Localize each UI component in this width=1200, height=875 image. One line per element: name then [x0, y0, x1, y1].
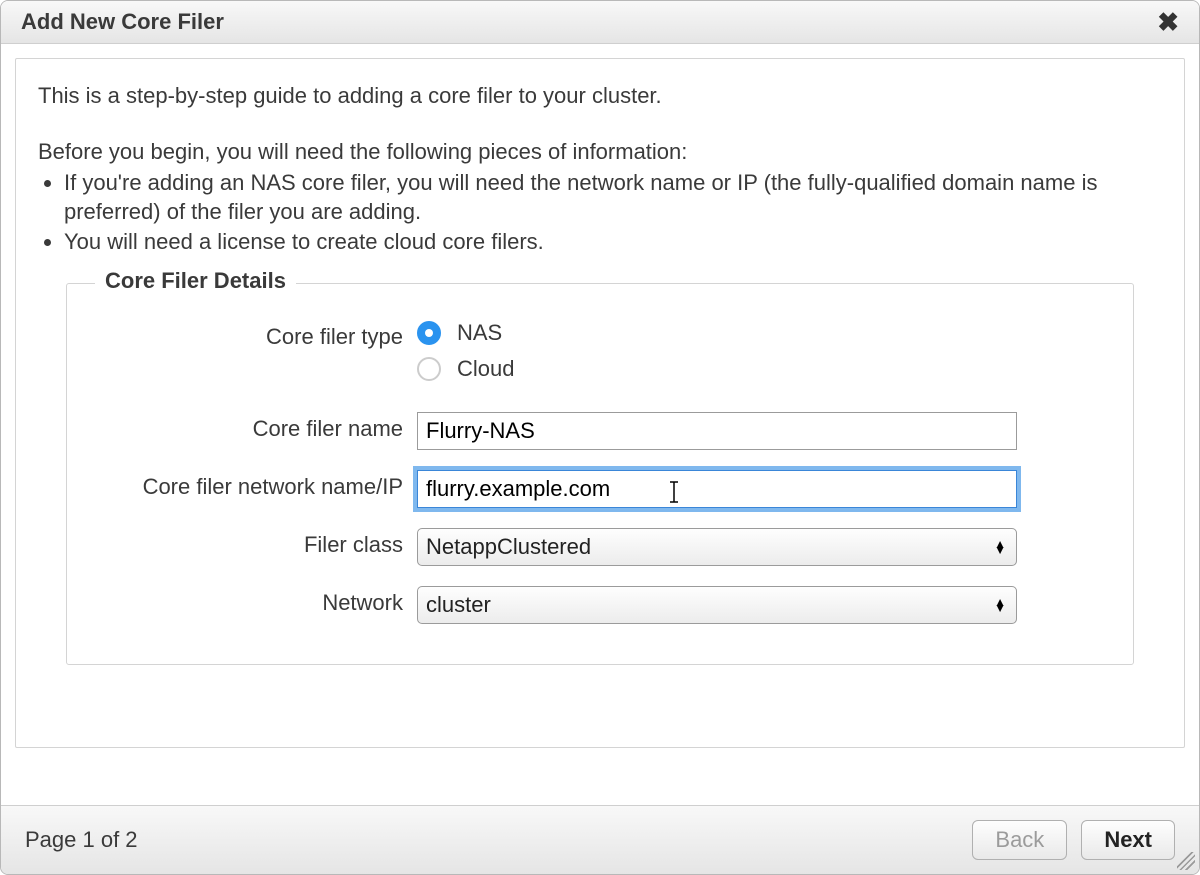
radio-icon[interactable] — [417, 357, 441, 381]
label-network: Network — [97, 586, 417, 616]
radio-option-nas[interactable]: NAS — [417, 320, 1103, 346]
chevron-updown-icon: ▲▼ — [994, 599, 1006, 611]
label-core-filer-network: Core filer network name/IP — [97, 470, 417, 500]
dialog-body: This is a step-by-step guide to adding a… — [1, 44, 1199, 762]
core-filer-network-input[interactable] — [417, 470, 1017, 508]
row-core-filer-name: Core filer name — [97, 412, 1103, 450]
core-filer-details-fieldset: Core Filer Details Core filer type NAS C… — [66, 283, 1134, 665]
label-filer-class: Filer class — [97, 528, 417, 558]
row-network: Network cluster ▲▼ — [97, 586, 1103, 624]
add-core-filer-dialog: Add New Core Filer ✖ This is a step-by-s… — [0, 0, 1200, 875]
radio-icon[interactable] — [417, 321, 441, 345]
intro-paragraph-1: This is a step-by-step guide to adding a… — [38, 83, 1162, 109]
row-core-filer-type: Core filer type NAS Cloud — [97, 320, 1103, 392]
label-core-filer-name: Core filer name — [97, 412, 417, 442]
intro-list: If you're adding an NAS core filer, you … — [64, 169, 1162, 257]
intro-item-nas: If you're adding an NAS core filer, you … — [64, 169, 1162, 226]
dialog-titlebar: Add New Core Filer ✖ — [1, 1, 1199, 44]
radio-label-cloud: Cloud — [457, 356, 514, 382]
back-button[interactable]: Back — [972, 820, 1067, 860]
fieldset-legend: Core Filer Details — [95, 268, 296, 294]
dialog-footer: Page 1 of 2 Back Next — [1, 805, 1199, 874]
filer-class-value: NetappClustered — [426, 534, 591, 560]
dialog-title: Add New Core Filer — [21, 9, 224, 35]
intro-paragraph-2: Before you begin, you will need the foll… — [38, 139, 1162, 165]
page-indicator: Page 1 of 2 — [25, 827, 138, 853]
filer-class-select[interactable]: NetappClustered ▲▼ — [417, 528, 1017, 566]
close-icon[interactable]: ✖ — [1157, 9, 1179, 35]
row-filer-class: Filer class NetappClustered ▲▼ — [97, 528, 1103, 566]
core-filer-name-input[interactable] — [417, 412, 1017, 450]
next-button[interactable]: Next — [1081, 820, 1175, 860]
intro-text: This is a step-by-step guide to adding a… — [38, 83, 1162, 257]
radio-option-cloud[interactable]: Cloud — [417, 356, 1103, 382]
network-select[interactable]: cluster ▲▼ — [417, 586, 1017, 624]
label-core-filer-type: Core filer type — [97, 320, 417, 350]
resize-grip-icon[interactable] — [1177, 852, 1195, 870]
network-value: cluster — [426, 592, 491, 618]
inner-panel: This is a step-by-step guide to adding a… — [15, 58, 1185, 748]
radio-label-nas: NAS — [457, 320, 502, 346]
core-filer-type-options: NAS Cloud — [417, 320, 1103, 392]
chevron-updown-icon: ▲▼ — [994, 541, 1006, 553]
footer-buttons: Back Next — [972, 820, 1175, 860]
intro-item-license: You will need a license to create cloud … — [64, 228, 1162, 257]
row-core-filer-network: Core filer network name/IP — [97, 470, 1103, 508]
